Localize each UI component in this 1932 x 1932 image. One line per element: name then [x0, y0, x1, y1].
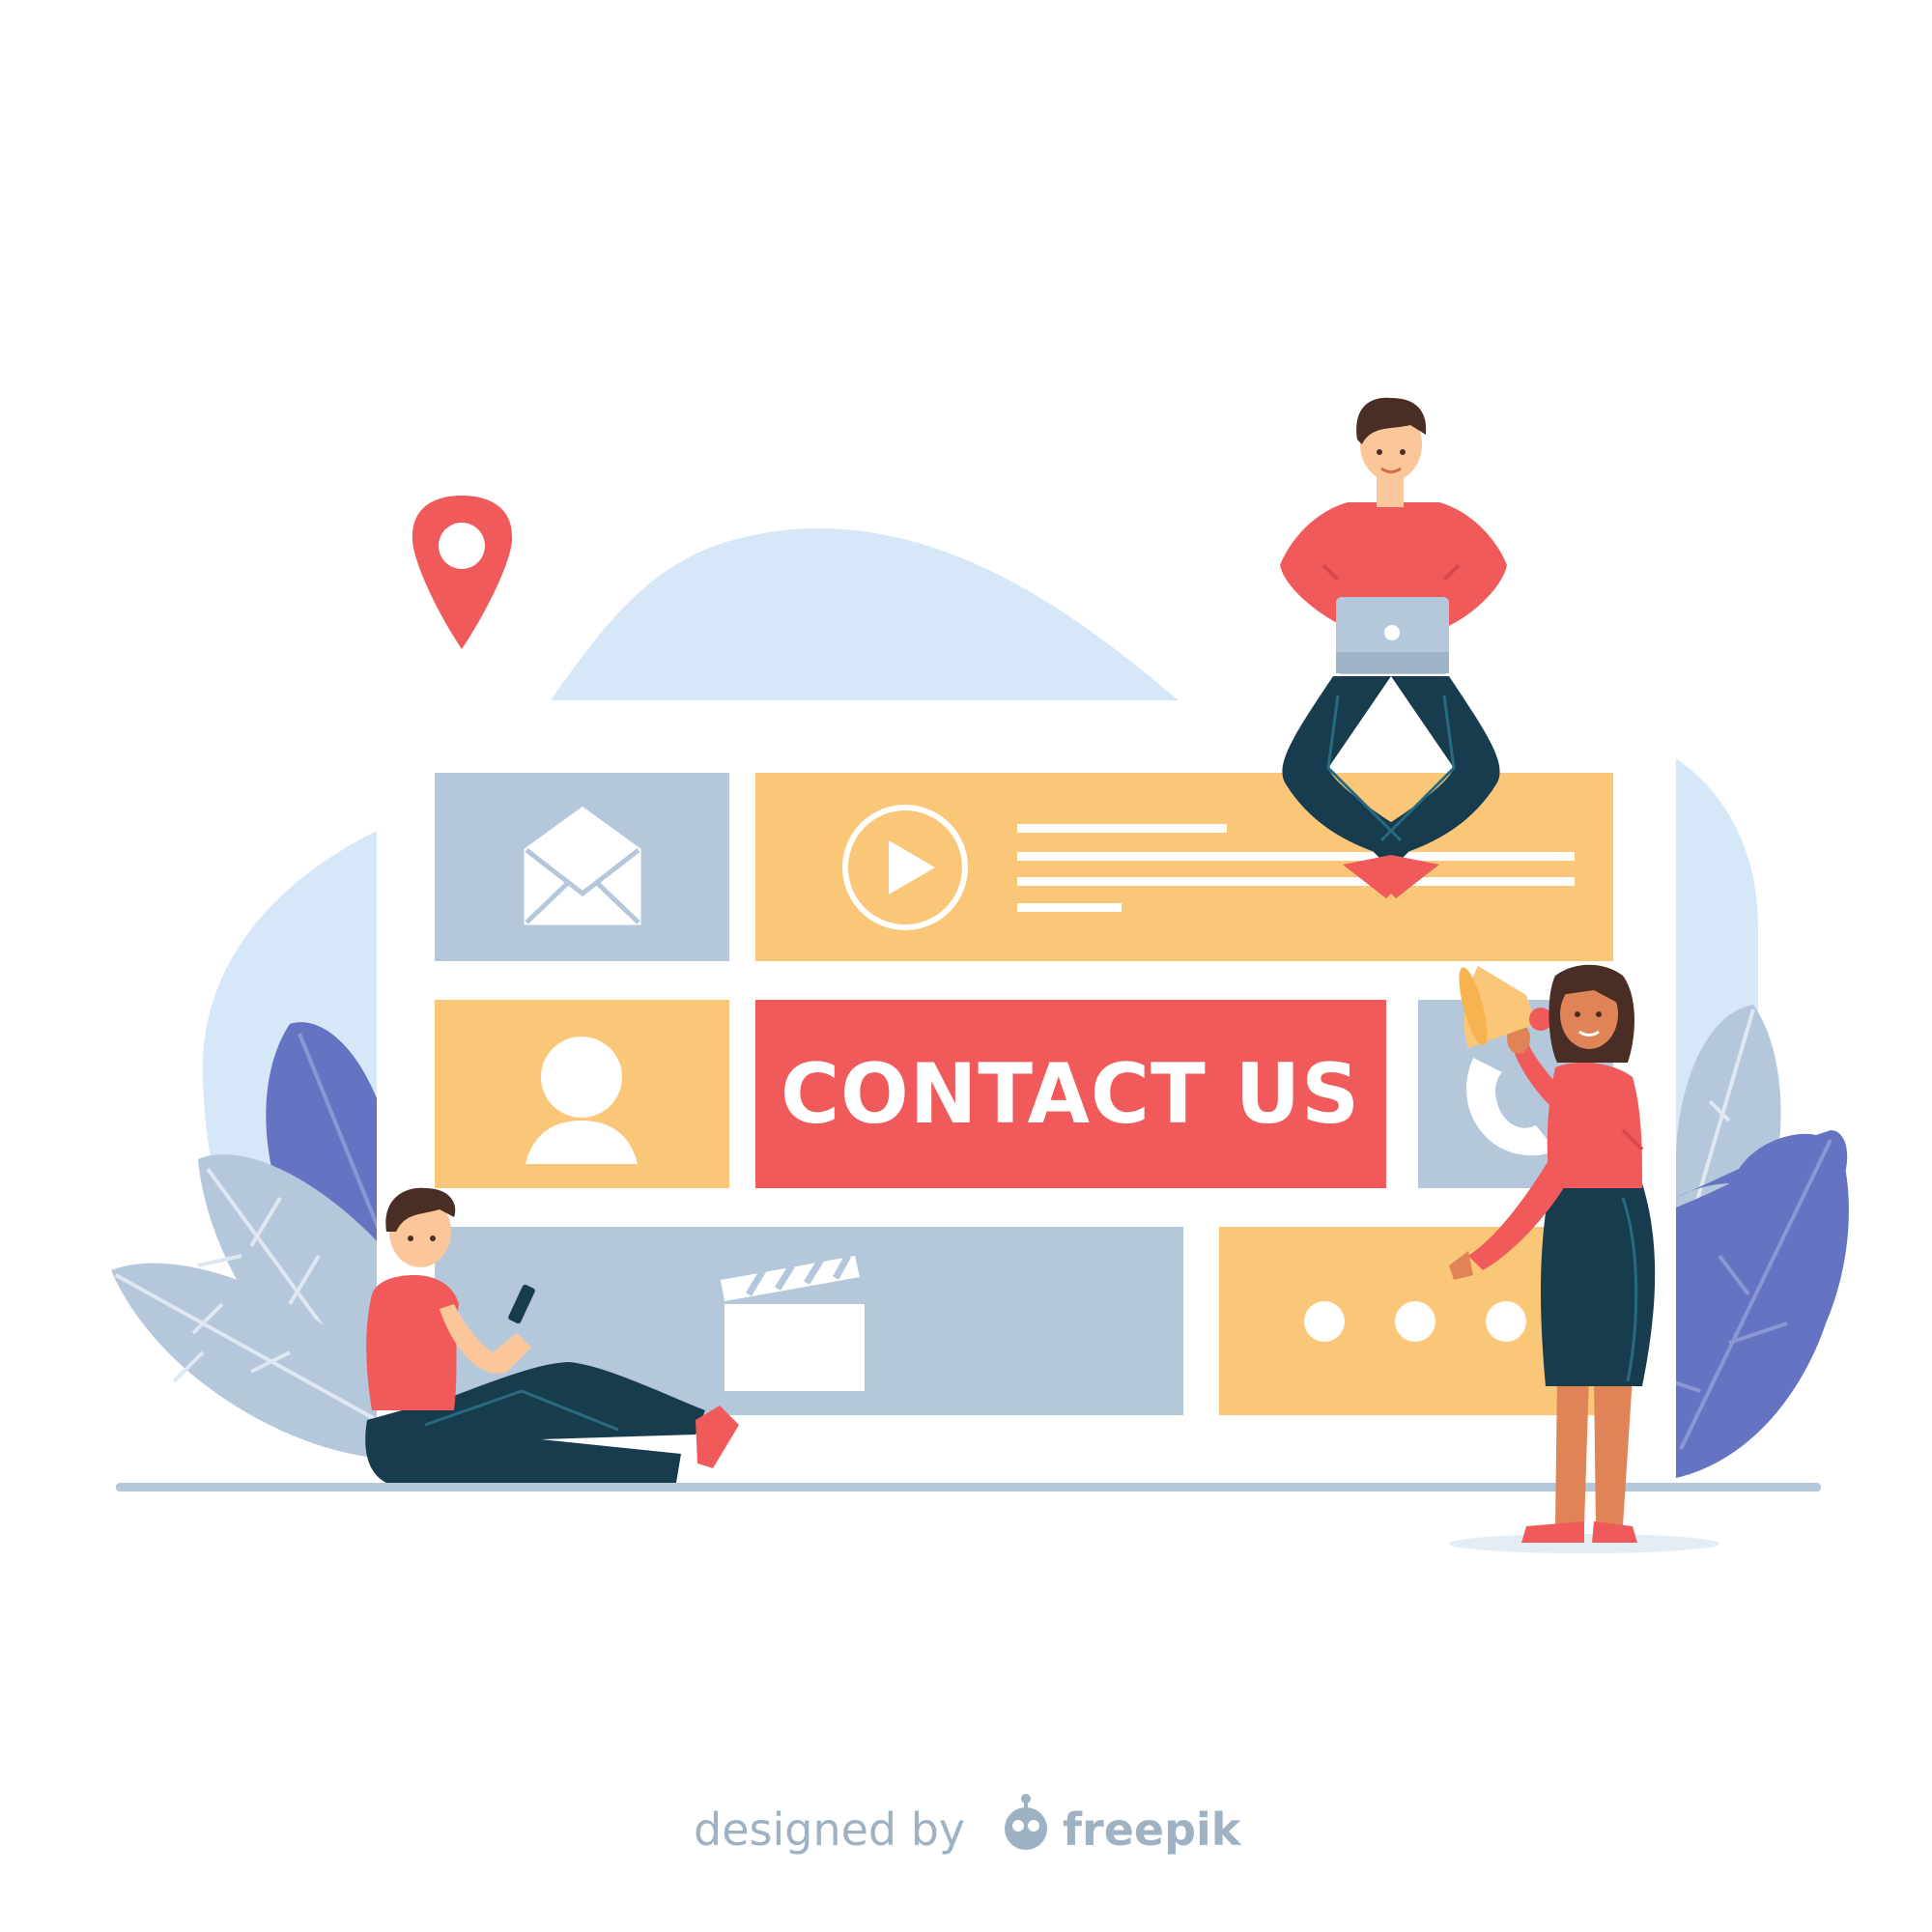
- clapperboard-icon: [721, 1254, 865, 1391]
- email-tile[interactable]: [435, 773, 729, 961]
- freepik-logo-icon: [1005, 1794, 1047, 1850]
- contact-us-illustration: CONTACT US designed by freepik: [111, 397, 1849, 1856]
- laptop-icon: [1336, 597, 1449, 674]
- freepik-credit: designed by freepik: [694, 1794, 1242, 1856]
- location-pin-icon: [412, 496, 513, 649]
- leaves-right: [1670, 1005, 1849, 1478]
- chat-dots-icon: [1304, 1301, 1526, 1342]
- video-tile[interactable]: [755, 773, 1613, 961]
- contact-us-title: CONTACT US: [781, 1046, 1360, 1143]
- credit-prefix: designed by: [694, 1804, 965, 1856]
- credit-brand: freepik: [1063, 1804, 1242, 1856]
- profile-tile[interactable]: [435, 1000, 729, 1188]
- contact-us-banner[interactable]: CONTACT US: [755, 1000, 1386, 1188]
